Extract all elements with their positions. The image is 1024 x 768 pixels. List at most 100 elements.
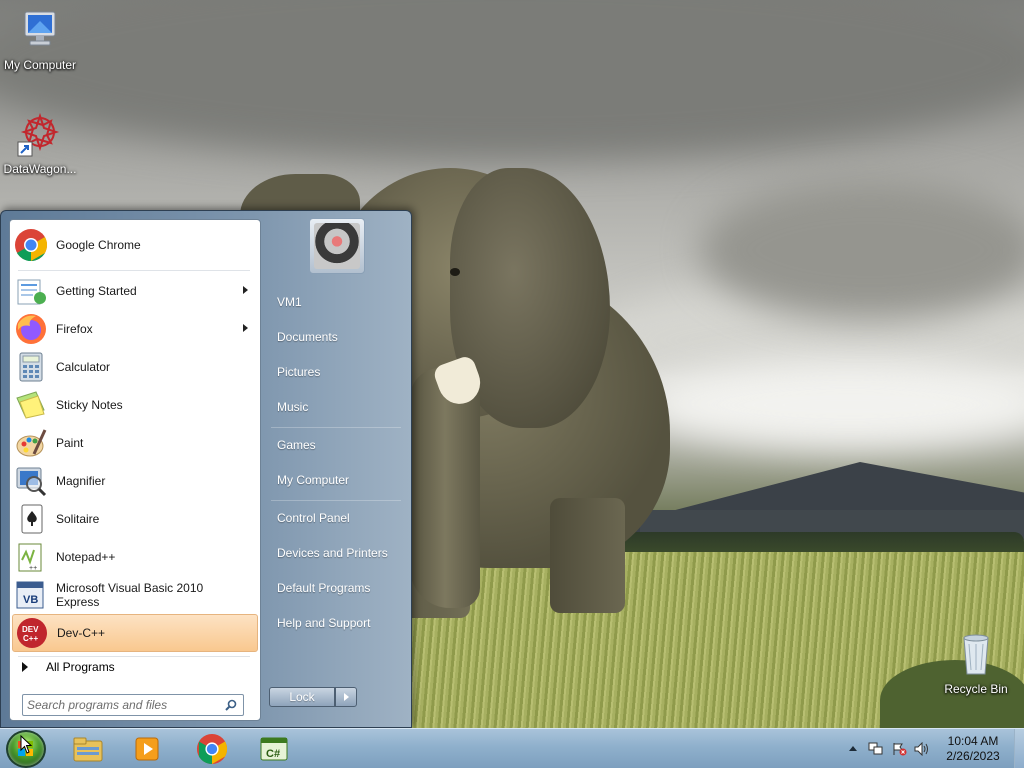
desktop-icon-label: DataWagon... (3, 162, 77, 176)
sticky-notes-icon (14, 388, 48, 422)
start-item-firefox[interactable]: Firefox (12, 310, 258, 348)
start-item-notepadpp[interactable]: ++ Notepad++ (12, 538, 258, 576)
right-item-music[interactable]: Music (269, 393, 405, 421)
start-item-getting-started[interactable]: Getting Started (12, 272, 258, 310)
lock-button[interactable]: Lock (269, 687, 335, 707)
visual-basic-icon: VB (14, 578, 48, 612)
start-item-label: Sticky Notes (56, 398, 123, 412)
notepadpp-icon: ++ (14, 540, 48, 574)
elephant-eye (450, 268, 460, 276)
right-item-control-panel[interactable]: Control Panel (269, 504, 405, 532)
show-desktop-button[interactable] (1014, 729, 1024, 768)
taskbar-csharp-express[interactable]: C# (248, 732, 300, 766)
magnifier-icon (14, 464, 48, 498)
taskbar-windows-explorer[interactable] (62, 732, 114, 766)
all-programs-label: All Programs (46, 660, 115, 674)
start-item-label: Magnifier (56, 474, 106, 488)
start-item-paint[interactable]: Paint (12, 424, 258, 462)
taskbar-google-chrome[interactable] (186, 732, 238, 766)
start-item-label: Paint (56, 436, 84, 450)
taskbar-media-player[interactable] (122, 732, 174, 766)
user-avatar (314, 223, 360, 269)
right-item-games[interactable]: Games (269, 431, 405, 459)
start-item-google-chrome[interactable]: Google Chrome (12, 226, 258, 264)
start-item-devcpp[interactable]: DEV C++ Dev-C++ (12, 614, 258, 652)
svg-text:++: ++ (29, 565, 37, 572)
paint-icon (14, 426, 48, 460)
start-item-label: Dev-C++ (57, 626, 106, 640)
start-item-label: Getting Started (56, 284, 137, 298)
start-item-label-line1: Microsoft Visual Basic 2010 (56, 581, 204, 595)
right-item-default-programs[interactable]: Default Programs (269, 574, 405, 602)
start-item-sticky-notes[interactable]: Sticky Notes (12, 386, 258, 424)
shutdown-options-button[interactable] (335, 687, 357, 707)
computer-icon (16, 6, 64, 54)
network-icon[interactable] (868, 742, 883, 756)
start-item-label: Notepad++ (56, 550, 116, 564)
desktop-icon-label: My Computer (3, 58, 77, 72)
chrome-icon (14, 228, 48, 262)
start-item-label: Microsoft Visual Basic 2010 Express (56, 581, 203, 609)
desktop-icon-recycle-bin[interactable]: Recycle Bin (936, 630, 1016, 696)
right-item-pictures[interactable]: Pictures (269, 358, 405, 386)
start-item-label-line2: Express (56, 595, 100, 609)
clock-date: 2/26/2023 (946, 749, 1000, 763)
csharp-express-icon: C# (260, 737, 288, 761)
solitaire-icon (14, 502, 48, 536)
right-arrow-icon (344, 693, 349, 701)
start-menu-programs-pane: Google Chrome Getting Started Firefox Ca… (9, 219, 261, 721)
svg-text:DEV: DEV (22, 625, 39, 634)
right-item-devices-printers[interactable]: Devices and Printers (269, 539, 405, 567)
desktop-icon-label: Recycle Bin (944, 682, 1008, 696)
all-programs-button[interactable]: All Programs (12, 654, 258, 680)
start-item-label: Firefox (56, 322, 93, 336)
start-item-label: Calculator (56, 360, 111, 374)
start-item-label: Solitaire (56, 512, 100, 526)
search-icon[interactable] (225, 699, 237, 711)
devcpp-icon: DEV C++ (15, 616, 49, 650)
submenu-arrow-icon[interactable] (243, 324, 248, 332)
elephant-trunk (410, 368, 480, 608)
svg-text:C++: C++ (23, 634, 38, 643)
chrome-icon (196, 733, 228, 765)
recycle-bin-icon (952, 630, 1000, 678)
clock-time: 10:04 AM (947, 734, 999, 748)
start-item-calculator[interactable]: Calculator (12, 348, 258, 386)
firefox-icon (14, 312, 48, 346)
getting-started-icon (14, 274, 48, 308)
cloud (0, 0, 1024, 160)
volume-icon[interactable] (914, 741, 928, 757)
right-item-help-support[interactable]: Help and Support (269, 609, 405, 637)
svg-text:C#: C# (266, 748, 280, 760)
user-picture[interactable] (309, 218, 365, 274)
search-input[interactable] (27, 697, 217, 713)
svg-text:VB: VB (23, 594, 38, 606)
windows-explorer-icon (73, 737, 103, 762)
datawagon-icon (16, 110, 64, 158)
media-player-icon (135, 737, 159, 761)
desktop-icon-datawagon[interactable]: DataWagon... (0, 110, 80, 176)
separator (18, 270, 250, 271)
right-item-my-computer[interactable]: My Computer (269, 466, 405, 494)
separator (271, 427, 401, 428)
action-center-flag-icon[interactable] (892, 742, 907, 756)
desktop-icon-my-computer[interactable]: My Computer (0, 6, 80, 72)
right-item-documents[interactable]: Documents (269, 323, 405, 351)
submenu-arrow-icon[interactable] (243, 286, 248, 294)
elephant-leg (550, 498, 625, 613)
cloud (700, 180, 1024, 320)
start-menu: Google Chrome Getting Started Firefox Ca… (0, 210, 412, 728)
start-item-label: Google Chrome (56, 238, 141, 252)
start-item-solitaire[interactable]: Solitaire (12, 500, 258, 538)
start-item-visual-basic[interactable]: VB Microsoft Visual Basic 2010 Express (12, 576, 258, 614)
cloud (640, 360, 1024, 450)
separator (271, 500, 401, 501)
search-box[interactable] (22, 694, 244, 716)
right-triangle-icon (22, 662, 28, 672)
clock[interactable]: 10:04 AM 2/26/2023 (936, 734, 1010, 764)
show-hidden-icons-chevron-icon[interactable] (846, 742, 860, 756)
mouse-cursor-icon (20, 735, 33, 754)
start-item-magnifier[interactable]: Magnifier (12, 462, 258, 500)
taskbar: C# 10:04 AM 2/26/2023 (0, 728, 1024, 768)
right-item-user[interactable]: VM1 (269, 288, 405, 316)
